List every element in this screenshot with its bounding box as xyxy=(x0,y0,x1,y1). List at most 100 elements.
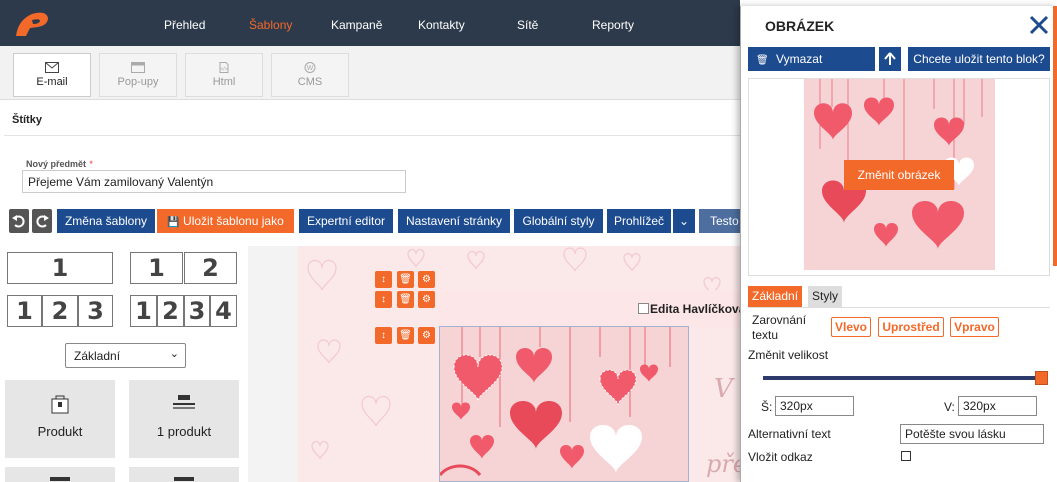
resize-label: Změnit velikost xyxy=(748,348,829,362)
nav-item-overview[interactable]: Přehled xyxy=(164,0,205,46)
subject-input[interactable]: Přejeme Vám zamilovaný Valentýn xyxy=(22,170,406,193)
change-image-button[interactable]: Změnit obrázek xyxy=(844,160,954,190)
email-canvas: Edita Havlíčková V přejeme ↕ 🗑 ⚙ ↕ 🗑 ⚙ xyxy=(248,246,806,482)
layout-cell: 2 xyxy=(42,295,78,327)
block-settings-icon[interactable]: ⚙ xyxy=(418,271,435,288)
height-input[interactable]: 320px xyxy=(958,396,1037,416)
block-placeholder[interactable] xyxy=(5,467,115,482)
layout-cell: 1 xyxy=(130,295,157,327)
layout-cell: 3 xyxy=(78,295,113,327)
save-template-as-button[interactable]: 💾 Uložit šablonu jako xyxy=(157,209,294,233)
subject-label: Nový předmět xyxy=(26,159,87,169)
block-placeholder[interactable] xyxy=(129,467,239,482)
test-button[interactable]: Testo xyxy=(699,209,740,233)
align-left-button[interactable]: Vlevo xyxy=(831,317,871,337)
tab-email[interactable]: E-mail xyxy=(13,53,91,97)
block-product[interactable]: Produkt xyxy=(5,380,115,458)
block-category-select[interactable]: Základní ⌄ xyxy=(65,343,186,368)
tab-html[interactable]: </> Html xyxy=(185,53,263,97)
text-align-label-line1: Zarovnání xyxy=(752,313,807,327)
sender-checkbox[interactable] xyxy=(638,303,649,314)
undo-button[interactable] xyxy=(9,209,29,233)
align-center-button[interactable]: Uprostřed xyxy=(878,317,944,337)
valentine-hearts-image xyxy=(440,327,688,481)
tags-section: Štítky xyxy=(4,103,740,136)
image-properties-panel: OBRÁZEK 🗑 Vymazat Chcete uložit tento bl… xyxy=(740,6,1057,482)
browser-button[interactable]: Prohlížeč xyxy=(607,209,671,233)
page-settings-button[interactable]: Nastavení stránky xyxy=(398,209,510,233)
block-product-label: Produkt xyxy=(37,424,83,439)
block-settings-icon[interactable]: ⚙ xyxy=(418,327,435,344)
tab-popups[interactable]: Pop-upy xyxy=(99,53,177,97)
layout-cell: 4 xyxy=(210,295,237,327)
layout-cell: 3 xyxy=(184,295,210,327)
insert-link-label: Vložit odkaz xyxy=(748,450,813,464)
expert-editor-button[interactable]: Expertní editor xyxy=(299,209,393,233)
width-input[interactable]: 320px xyxy=(775,396,854,416)
block-category-value: Základní xyxy=(74,349,121,363)
content-type-tabs: E-mail Pop-upy </> Html W CMS xyxy=(0,46,740,100)
close-icon[interactable] xyxy=(1028,14,1050,36)
layout-label: 1 xyxy=(16,297,33,325)
overlay-text-1: V xyxy=(714,374,733,404)
trash-icon: 🗑 xyxy=(756,55,769,66)
email-header-row: Edita Havlíčková xyxy=(439,290,745,328)
move-handle-icon[interactable]: ↕ xyxy=(375,271,392,288)
blocks-panel: 1 1 2 1 2 3 1 2 3 4 Základní ⌄ Produkt 1… xyxy=(0,246,248,482)
layout-label: 3 xyxy=(188,297,206,325)
logo-icon[interactable] xyxy=(12,8,52,38)
layout-2-columns[interactable]: 1 2 xyxy=(130,252,237,284)
tab-cms-label: CMS xyxy=(297,76,323,88)
nav-item-networks[interactable]: Sítě xyxy=(517,0,538,46)
resize-slider-track xyxy=(763,376,1042,380)
nav-item-contacts[interactable]: Kontakty xyxy=(418,0,465,46)
nav-item-templates[interactable]: Šablony xyxy=(249,0,292,46)
redo-icon xyxy=(36,215,49,228)
tab-styles[interactable]: Styly xyxy=(808,286,843,307)
delete-block-icon[interactable]: 🗑 xyxy=(397,291,414,308)
align-right-button[interactable]: Vpravo xyxy=(950,317,999,337)
layout-label: 2 xyxy=(51,297,69,325)
tab-basic[interactable]: Základní xyxy=(748,286,803,307)
global-styles-button[interactable]: Globální styly xyxy=(514,209,603,233)
alt-text-input[interactable]: Potěšte svou lásku xyxy=(900,424,1044,444)
hero-image-block[interactable] xyxy=(439,326,689,482)
layout-cell: 1 xyxy=(7,295,42,327)
tab-cms[interactable]: W CMS xyxy=(271,53,349,97)
nav-item-campaigns[interactable]: Kampaně xyxy=(331,0,382,46)
layout-3-columns[interactable]: 1 2 3 xyxy=(7,295,113,327)
tags-label: Štítky xyxy=(12,114,42,126)
resize-slider[interactable] xyxy=(763,371,1048,385)
arrow-up-icon xyxy=(884,52,896,65)
layout-label: 1 xyxy=(51,254,69,282)
layout-label: 2 xyxy=(202,254,219,282)
block-icon xyxy=(50,477,70,481)
delete-block-icon[interactable]: 🗑 xyxy=(397,327,414,344)
change-template-button[interactable]: Změna šablony xyxy=(57,209,155,233)
move-up-button[interactable] xyxy=(879,47,901,71)
width-label: Š: xyxy=(761,400,773,414)
panel-scrollbar[interactable] xyxy=(1053,6,1057,266)
nav-item-reports[interactable]: Reporty xyxy=(592,0,634,46)
insert-link-checkbox[interactable] xyxy=(901,451,911,461)
tab-popups-label: Pop-upy xyxy=(117,76,159,88)
delete-block-icon[interactable]: 🗑 xyxy=(397,271,414,288)
browser-dropdown-button[interactable]: ⌄ xyxy=(673,209,695,233)
chevron-down-icon: ⌄ xyxy=(678,214,690,228)
wordpress-icon: W xyxy=(304,62,316,73)
layout-4-columns[interactable]: 1 2 3 4 xyxy=(130,295,237,327)
block-settings-icon[interactable]: ⚙ xyxy=(418,291,435,308)
save-block-button[interactable]: Chcete uložit tento blok? xyxy=(908,47,1050,71)
move-handle-icon[interactable]: ↕ xyxy=(375,327,392,344)
move-handle-icon[interactable]: ↕ xyxy=(375,291,392,308)
resize-slider-handle[interactable] xyxy=(1035,371,1048,385)
delete-button[interactable]: 🗑 Vymazat xyxy=(748,47,875,71)
redo-button[interactable] xyxy=(32,209,52,233)
subject-section: Nový předmět * xyxy=(26,156,93,170)
height-label: V: xyxy=(944,400,955,414)
envelope-icon xyxy=(45,62,59,73)
layout-label: 2 xyxy=(162,297,179,325)
tab-email-label: E-mail xyxy=(36,76,68,88)
layout-1-column[interactable]: 1 xyxy=(7,252,113,284)
block-one-product[interactable]: 1 produkt xyxy=(129,380,239,458)
